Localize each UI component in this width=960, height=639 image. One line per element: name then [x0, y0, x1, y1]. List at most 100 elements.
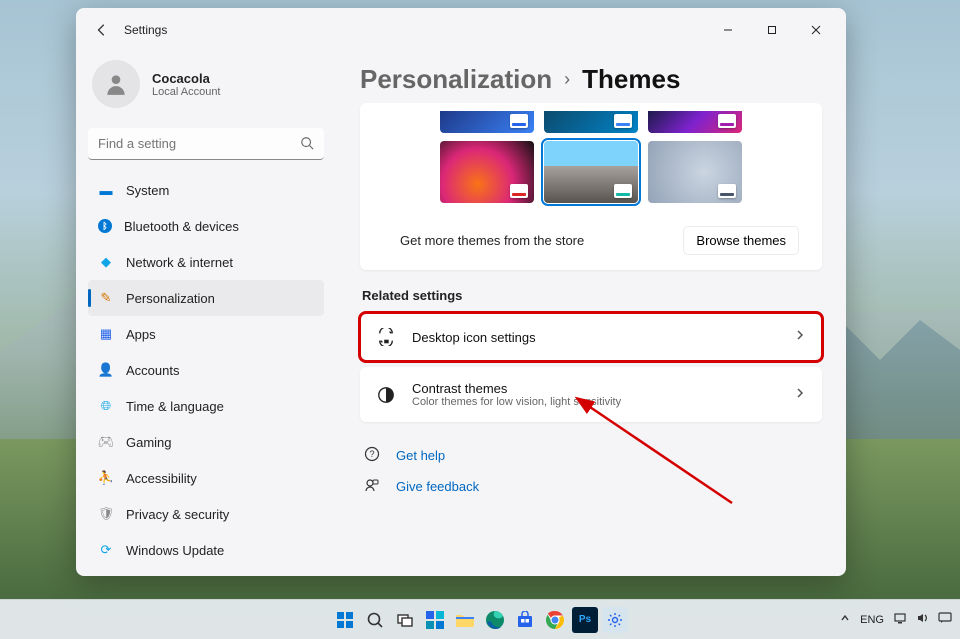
theme-thumb-6[interactable] [648, 141, 742, 203]
sidebar-item-label: Privacy & security [126, 507, 229, 522]
accessibility-icon: ⛹ [98, 470, 114, 486]
taskbar-right: ENG [840, 612, 960, 627]
search-icon [300, 136, 314, 155]
themes-card: Get more themes from the store Browse th… [360, 103, 822, 270]
system-tray[interactable] [894, 612, 952, 627]
theme-thumb-2[interactable] [544, 111, 638, 133]
volume-tray-icon [916, 612, 930, 627]
sidebar-item-label: Network & internet [126, 255, 233, 270]
chevron-right-icon [794, 386, 806, 404]
sidebar-item-network[interactable]: ◆ Network & internet [88, 244, 324, 280]
back-button[interactable] [84, 12, 120, 48]
sidebar-item-label: Windows Update [126, 543, 224, 558]
search-box [88, 128, 324, 160]
minimize-button[interactable] [706, 14, 750, 46]
titlebar: Settings [76, 8, 846, 52]
sidebar: Cocacola Local Account ▬System ᛒ Bluetoot… [76, 52, 336, 576]
photoshop-button[interactable]: Ps [572, 607, 598, 633]
nav-list: ▬System ᛒ Bluetooth & devices ◆ Network & … [88, 172, 324, 568]
sidebar-item-label: Bluetooth & devices [124, 219, 239, 234]
setting-sub: Color themes for low vision, light sensi… [412, 396, 621, 408]
close-button[interactable] [794, 14, 838, 46]
help-icon: ? [364, 446, 382, 465]
get-help-link[interactable]: ? Get help [360, 440, 822, 471]
browse-themes-button[interactable]: Browse themes [684, 227, 798, 254]
tray-chevron-icon[interactable] [840, 613, 850, 626]
setting-title: Contrast themes [412, 381, 621, 396]
store-row: Get more themes from the store Browse th… [372, 211, 810, 254]
theme-thumb-1[interactable] [440, 111, 534, 133]
theme-accent-icon [614, 114, 632, 128]
sidebar-item-personalization[interactable]: ✎ Personalization [88, 280, 324, 316]
task-view-button[interactable] [392, 607, 418, 633]
sidebar-item-gaming[interactable]: 🎮︎Gaming [88, 424, 324, 460]
window-title: Settings [124, 23, 167, 37]
globe-icon: 🌐︎ [98, 398, 114, 414]
sidebar-item-label: Accounts [126, 363, 179, 378]
window-controls [706, 14, 838, 46]
sidebar-item-label: Time & language [126, 399, 224, 414]
feedback-icon [364, 477, 382, 496]
sidebar-item-label: Gaming [126, 435, 172, 450]
sidebar-item-accounts[interactable]: 👤 Accounts [88, 352, 324, 388]
theme-accent-icon [718, 114, 736, 128]
contrast-themes-item[interactable]: Contrast themes Color themes for low vis… [360, 367, 822, 422]
shield-icon: 🛡︎ [98, 506, 114, 522]
footer-links: ? Get help Give feedback [360, 440, 822, 502]
sidebar-item-system[interactable]: ▬System [88, 172, 324, 208]
update-icon: ⟳ [98, 542, 114, 558]
theme-thumb-3[interactable] [648, 111, 742, 133]
feedback-label: Give feedback [396, 479, 479, 494]
account-block[interactable]: Cocacola Local Account [88, 52, 324, 124]
apps-icon: ▦ [98, 326, 114, 342]
theme-thumb-4[interactable] [440, 141, 534, 203]
sidebar-item-label: Personalization [126, 291, 215, 306]
sidebar-item-apps[interactable]: ▦ Apps [88, 316, 324, 352]
store-text: Get more themes from the store [400, 233, 584, 248]
breadcrumb-parent[interactable]: Personalization [360, 64, 552, 95]
account-name: Cocacola [152, 71, 221, 86]
search-input[interactable] [88, 128, 324, 160]
sidebar-item-accessibility[interactable]: ⛹ Accessibility [88, 460, 324, 496]
brush-icon: ✎ [98, 290, 114, 306]
related-heading: Related settings [362, 288, 822, 303]
desktop-icon [376, 327, 396, 347]
chrome-button[interactable] [542, 607, 568, 633]
breadcrumb-current: Themes [582, 64, 680, 95]
taskbar-search-button[interactable] [362, 607, 388, 633]
action-center-tray-icon [938, 612, 952, 627]
person-icon: 👤 [98, 362, 114, 378]
maximize-button[interactable] [750, 14, 794, 46]
theme-row-partial [372, 111, 810, 133]
language-indicator[interactable]: ENG [860, 614, 884, 626]
taskbar: Ps ENG [0, 599, 960, 639]
widgets-button[interactable] [422, 607, 448, 633]
sidebar-item-label: Apps [126, 327, 156, 342]
settings-taskbar-button[interactable] [602, 607, 628, 633]
sidebar-item-label: Accessibility [126, 471, 197, 486]
file-explorer-button[interactable] [452, 607, 478, 633]
theme-thumb-5-selected[interactable] [544, 141, 638, 203]
wifi-icon: ◆ [98, 254, 114, 270]
breadcrumb: Personalization › Themes [360, 64, 822, 95]
breadcrumb-sep: › [564, 69, 570, 90]
avatar [92, 60, 140, 108]
give-feedback-link[interactable]: Give feedback [360, 471, 822, 502]
taskbar-center: Ps [332, 607, 628, 633]
theme-row [372, 141, 810, 203]
account-sub: Local Account [152, 86, 221, 98]
theme-accent-icon [614, 184, 632, 198]
store-button[interactable] [512, 607, 538, 633]
start-button[interactable] [332, 607, 358, 633]
network-tray-icon [894, 612, 908, 627]
sidebar-item-bluetooth[interactable]: ᛒ Bluetooth & devices [88, 208, 324, 244]
sidebar-item-time-language[interactable]: 🌐︎ Time & language [88, 388, 324, 424]
sidebar-item-update[interactable]: ⟳ Windows Update [88, 532, 324, 568]
chevron-right-icon [794, 328, 806, 346]
contrast-icon [376, 385, 396, 405]
theme-accent-icon [510, 184, 528, 198]
desktop-icon-settings-item[interactable]: Desktop icon settings [360, 313, 822, 361]
edge-button[interactable] [482, 607, 508, 633]
bluetooth-icon: ᛒ [98, 219, 112, 233]
sidebar-item-privacy[interactable]: 🛡︎ Privacy & security [88, 496, 324, 532]
